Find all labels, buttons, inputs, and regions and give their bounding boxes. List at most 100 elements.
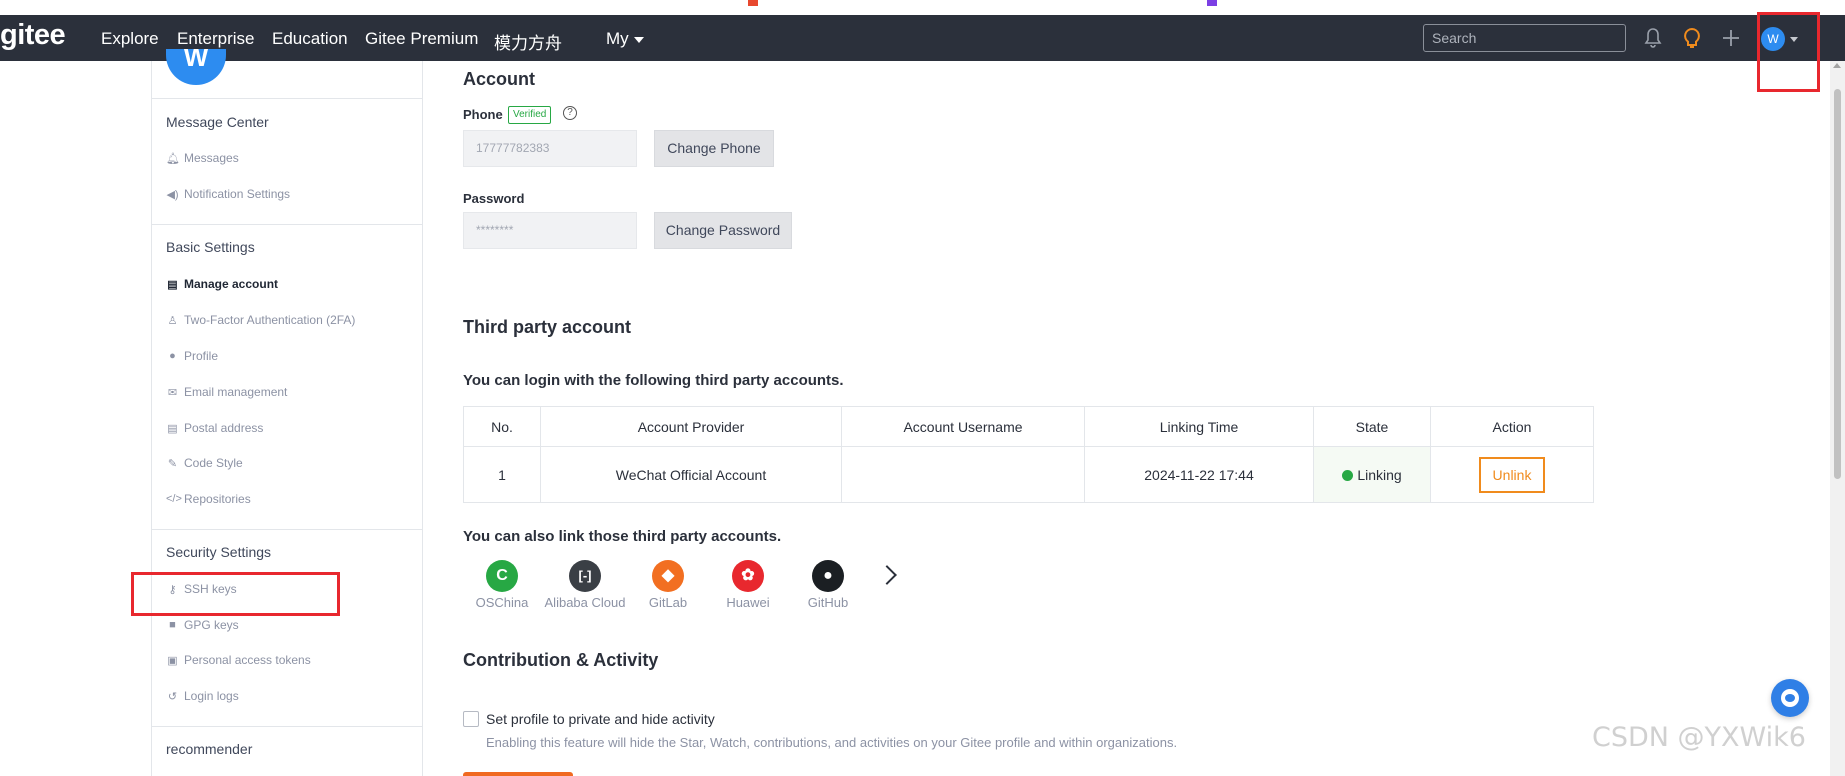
nav-explore[interactable]: Explore <box>101 29 159 49</box>
sidebar-heading-message-center: Message Center <box>166 114 269 130</box>
sidebar-item-personal-access-tokens[interactable]: ▣ Personal access tokens <box>166 653 310 667</box>
divider <box>152 224 422 225</box>
sidebar-item-profile[interactable]: ● Profile <box>166 349 218 363</box>
provider-github[interactable]: ● GitHub <box>798 560 858 610</box>
scroll-up-icon[interactable] <box>1833 63 1841 68</box>
phone-field[interactable]: 17777782383 <box>463 130 637 167</box>
gitee-logo[interactable]: gitee <box>0 19 66 52</box>
scrollbar-thumb[interactable] <box>1834 89 1841 479</box>
sidebar-item-label: Repositories <box>184 492 251 506</box>
private-profile-checkbox[interactable] <box>463 711 479 727</box>
watermark: CSDN @YXWik6 <box>1592 722 1806 753</box>
bell-icon: 🔔︎ <box>166 152 180 165</box>
provider-oschina[interactable]: C OSChina <box>472 560 532 610</box>
nav-my-dropdown[interactable]: My <box>606 29 644 49</box>
chat-bubble-icon-inner <box>1785 694 1795 702</box>
third-party-table: No. Account Provider Account Username Li… <box>463 406 1594 503</box>
alibaba-cloud-icon: [-] <box>569 560 601 592</box>
bookmark-icon[interactable] <box>1207 0 1217 6</box>
chevron-down-icon <box>633 36 644 43</box>
row-number: 1 <box>463 446 541 503</box>
help-icon[interactable]: ? <box>563 106 577 120</box>
user-key-icon: ♙ <box>167 314 178 327</box>
save-button[interactable] <box>463 772 573 776</box>
sidebar-item-label: Notification Settings <box>184 187 291 201</box>
third-party-login-info: You can login with the following third p… <box>463 372 844 389</box>
provider-label: Huawei <box>726 595 770 610</box>
sidebar-item-code-style[interactable]: ✎ Code Style <box>166 456 243 470</box>
sidebar-item-messages[interactable]: 🔔︎ Messages <box>166 151 239 165</box>
nav-education[interactable]: Education <box>272 29 348 49</box>
column-header: Action <box>1430 406 1594 447</box>
divider <box>152 529 422 530</box>
contribution-heading: Contribution & Activity <box>463 650 659 670</box>
chevron-right-icon[interactable] <box>877 565 897 585</box>
bookmark-icon[interactable] <box>748 0 758 6</box>
sidebar-item-label: Email management <box>184 385 288 399</box>
sidebar-item-label: Profile <box>184 349 219 363</box>
nav-moli-fangzhou[interactable]: 模力方舟 <box>494 29 562 54</box>
sidebar-item-label: GPG keys <box>184 618 239 632</box>
annotation-box-ssh-keys <box>131 572 340 616</box>
sidebar-item-2fa[interactable]: ♙ Two-Factor Authentication (2FA) <box>166 313 356 327</box>
provider-gitlab[interactable]: ◆ GitLab <box>638 560 698 610</box>
profile-avatar[interactable]: W <box>166 49 226 85</box>
unlink-button[interactable]: Unlink <box>1479 456 1545 493</box>
oschina-icon: C <box>486 560 518 592</box>
nav-enterprise[interactable]: Enterprise <box>177 29 254 49</box>
sidebar-item-label: Two-Factor Authentication (2FA) <box>184 313 356 327</box>
column-header: Linking Time <box>1084 406 1314 447</box>
third-party-heading: Third party account <box>463 317 632 337</box>
nav-gitee-premium[interactable]: Gitee Premium <box>365 29 478 49</box>
plus-icon[interactable] <box>1719 26 1743 50</box>
change-password-button[interactable]: Change Password <box>654 212 792 249</box>
private-profile-label[interactable]: Set profile to private and hide activity <box>486 711 715 727</box>
id-card-icon: ▤ <box>167 278 178 291</box>
search-input[interactable] <box>1423 24 1626 52</box>
status-dot-icon <box>1342 469 1354 481</box>
phone-label: Phone <box>463 107 503 122</box>
state-label: Linking <box>1357 466 1402 483</box>
sidebar-item-manage-account[interactable]: ▤ Manage account <box>166 277 278 291</box>
sidebar-item-notification-settings[interactable]: ◀) Notification Settings <box>166 187 290 201</box>
action-cell: Unlink <box>1431 447 1594 503</box>
provider-alibaba-cloud[interactable]: [-] Alibaba Cloud <box>540 560 630 610</box>
lock-icon: ■ <box>169 619 176 631</box>
table-header-row: No. Account Provider Account Username Li… <box>463 406 1594 447</box>
sidebar-item-login-logs[interactable]: ↺ Login logs <box>166 689 239 703</box>
sidebar-heading-basic-settings: Basic Settings <box>166 239 255 255</box>
provider-huawei[interactable]: ✿ Huawei <box>718 560 778 610</box>
state-cell: Linking <box>1313 446 1431 503</box>
sidebar-item-label: Postal address <box>184 421 264 435</box>
annotation-box-avatar <box>1757 12 1820 92</box>
token-icon: ▣ <box>167 654 178 667</box>
also-link-info: You can also link those third party acco… <box>463 528 782 545</box>
column-header: State <box>1313 406 1431 447</box>
divider <box>152 98 422 99</box>
provider-label: GitLab <box>648 595 688 610</box>
account-heading: Account <box>463 69 535 89</box>
settings-sidebar: W Message Center 🔔︎ Messages ◀) Notificati… <box>151 49 423 776</box>
bell-icon[interactable] <box>1641 26 1665 50</box>
envelope-icon: ✉ <box>167 386 178 399</box>
sidebar-item-postal-address[interactable]: ▤ Postal address <box>166 421 263 435</box>
password-field[interactable]: ******** <box>463 212 637 249</box>
scrollbar[interactable] <box>1830 61 1845 776</box>
column-header: Account Provider <box>540 406 842 447</box>
lightbulb-icon[interactable] <box>1680 26 1704 50</box>
sidebar-item-gpg-keys[interactable]: ■ GPG keys <box>166 618 239 632</box>
sidebar-item-repositories[interactable]: </> Repositories <box>166 492 251 506</box>
nav-my-label: My <box>606 29 629 48</box>
top-navbar: gitee Explore Enterprise Education Gitee… <box>0 15 1845 61</box>
floating-help-button[interactable] <box>1771 679 1809 717</box>
divider <box>152 726 422 727</box>
change-phone-button[interactable]: Change Phone <box>654 130 774 167</box>
column-header: No. <box>463 406 541 447</box>
history-icon: ↺ <box>167 690 178 703</box>
sidebar-item-label: Messages <box>184 151 239 165</box>
provider-label: OSChina <box>475 595 529 610</box>
sidebar-item-email-management[interactable]: ✉ Email management <box>166 385 288 399</box>
sidebar-item-label: Manage account <box>184 277 279 291</box>
table-row: 1 WeChat Official Account 2024-11-22 17:… <box>463 446 1594 503</box>
huawei-icon: ✿ <box>732 560 764 592</box>
